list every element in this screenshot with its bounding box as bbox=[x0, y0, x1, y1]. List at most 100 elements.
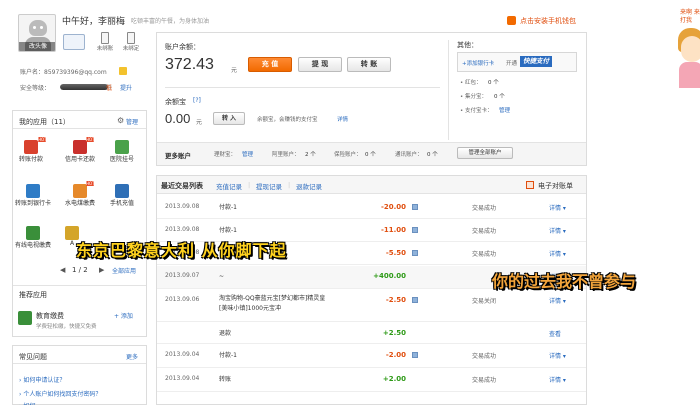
jifenbao-label: • 集分宝： bbox=[460, 94, 487, 100]
app-label: 转账付款 bbox=[18, 156, 43, 163]
overlay-caption-1: 东京巴黎意大利 从你脚下起 bbox=[76, 241, 287, 260]
cell-action[interactable]: 查看 bbox=[549, 329, 561, 338]
cell-desc: 付款-1 bbox=[219, 352, 237, 359]
cartoon-girl-image bbox=[676, 28, 700, 88]
upgrade-link[interactable]: 提升 bbox=[120, 83, 132, 92]
faq-more-link[interactable]: 更多 bbox=[126, 352, 138, 361]
detail-toggle-icon[interactable] bbox=[412, 227, 418, 233]
app-utilities[interactable]: 水电煤缴费 bbox=[62, 184, 98, 207]
faq-item[interactable]: › 如何申请认证？ bbox=[19, 375, 65, 384]
change-avatar-caption[interactable]: 改头像 bbox=[19, 42, 55, 51]
yuebao-desc: 余额宝，会赚钱的支付宝 bbox=[257, 117, 318, 123]
cell-date: 2013.09.06 bbox=[165, 296, 200, 303]
yuebao-unit: 元 bbox=[196, 119, 203, 126]
cell-status: 交易成功 bbox=[472, 251, 497, 258]
alipay-card-manage-link[interactable]: 管理 bbox=[499, 106, 510, 114]
apps-prev-arrow[interactable]: ◀ bbox=[60, 266, 65, 274]
tab-refund-records[interactable]: 退款记录 bbox=[296, 181, 322, 191]
cartoon-body bbox=[679, 62, 700, 88]
cell-action[interactable]: 详情 ▾ bbox=[549, 351, 566, 360]
e-statement-link[interactable]: 电子对账单 bbox=[538, 181, 573, 191]
cell-status: 交易成功 bbox=[472, 205, 497, 212]
app-credit-card[interactable]: 信用卡还款 bbox=[62, 140, 98, 163]
tab-withdraw-records[interactable]: 提现记录 bbox=[256, 181, 282, 191]
telecom-value: 0 个 bbox=[427, 152, 438, 158]
apps-next-arrow[interactable]: ▶ bbox=[99, 266, 104, 274]
insurance-value: 0 个 bbox=[365, 152, 376, 158]
quick-icon-idcard[interactable] bbox=[62, 34, 86, 56]
all-apps-link[interactable]: 全部应用 bbox=[112, 266, 136, 275]
transfer-button[interactable]: 转 账 bbox=[347, 57, 391, 72]
faq-item[interactable]: › 个人账户如何找回支付密码？ bbox=[19, 389, 101, 398]
app-bank-transfer[interactable]: 转账到银行卡 bbox=[13, 184, 53, 207]
cell-action[interactable]: 详情 ▾ bbox=[549, 296, 566, 305]
apps-manage-link[interactable]: 管理 bbox=[126, 117, 138, 126]
add-bank-card-link[interactable]: +添加银行卡 bbox=[462, 59, 494, 67]
graduation-cap-icon bbox=[18, 311, 32, 325]
cell-desc: ~ bbox=[219, 273, 225, 280]
cell-action[interactable]: 详情 ▾ bbox=[549, 226, 566, 235]
yuebao-detail-link[interactable]: 详情 bbox=[337, 115, 348, 123]
balance-title: 账户余额： bbox=[165, 43, 200, 51]
faq-item-text[interactable]: 如何申请认证？ bbox=[23, 377, 65, 384]
detail-toggle-icon[interactable] bbox=[412, 352, 418, 358]
install-phone-wallet-link[interactable]: 点击安装手机钱包 bbox=[520, 16, 576, 26]
quickpay-logo[interactable]: 快捷支付 bbox=[520, 56, 552, 67]
transactions-title: 最近交易列表 bbox=[161, 182, 203, 190]
gear-icon[interactable]: ⚙ bbox=[117, 116, 124, 125]
more-accounts-title: 更多账户 bbox=[165, 152, 191, 160]
recharge-button[interactable]: 充 值 bbox=[248, 57, 292, 72]
faq-item-text[interactable]: 个人账户如何找回支付密码？ bbox=[23, 391, 101, 398]
apps-pager: 1 / 2 bbox=[72, 266, 88, 274]
cell-status: 交易关闭 bbox=[472, 298, 497, 305]
vertical-divider bbox=[448, 40, 449, 140]
open-label: 开通 bbox=[506, 61, 518, 67]
manage-all-accounts-button[interactable]: 管理全部账户 bbox=[457, 147, 513, 159]
quick-phone-label: 未绑定 bbox=[122, 46, 140, 52]
credit-card-icon bbox=[73, 140, 87, 154]
detail-toggle-icon[interactable] bbox=[412, 297, 418, 303]
hongbao-value: 0 个 bbox=[488, 80, 499, 86]
cell-date: 2013.09.04 bbox=[165, 375, 200, 382]
tab-sep: | bbox=[248, 181, 251, 189]
cell-status: 交易成功 bbox=[472, 353, 497, 360]
cell-date: 2013.09.08 bbox=[165, 226, 200, 233]
app-hospital[interactable]: 医院挂号 bbox=[104, 140, 140, 163]
app-label: 转账到银行卡 bbox=[14, 200, 51, 207]
app-mobile-topup[interactable]: 手机充值 bbox=[104, 184, 140, 207]
recommend-add-link[interactable]: + 添加 bbox=[114, 311, 133, 320]
withdraw-button[interactable]: 提 现 bbox=[298, 57, 342, 72]
cell-action[interactable]: 详情 ▾ bbox=[549, 249, 566, 258]
hot-badge: HOT bbox=[38, 137, 47, 142]
recommend-item-desc: 学费轻松缴，快捷又免费 bbox=[36, 324, 97, 330]
app-label: 有线电视缴费 bbox=[14, 242, 51, 249]
recommend-item-title[interactable]: 教育缴费 bbox=[36, 311, 64, 321]
cell-action[interactable]: 详情 ▾ bbox=[549, 375, 566, 384]
cell-amount: +2.50 bbox=[382, 329, 406, 337]
detail-toggle-icon[interactable] bbox=[412, 204, 418, 210]
cell-desc: 退款 bbox=[219, 330, 232, 337]
app-transfer[interactable]: 转账付款 bbox=[13, 140, 49, 163]
transfer-in-button[interactable]: 转 入 bbox=[213, 112, 245, 125]
bank-transfer-icon bbox=[26, 184, 40, 198]
quick-icon-phone[interactable]: 未绑定 bbox=[116, 32, 146, 56]
app-label: 医院挂号 bbox=[109, 156, 134, 163]
avatar[interactable]: 改头像 bbox=[18, 14, 56, 52]
app-label: 水电煤缴费 bbox=[64, 200, 95, 207]
cell-desc: 付款-1 bbox=[219, 204, 237, 211]
hospital-icon bbox=[115, 140, 129, 154]
security-bar bbox=[60, 84, 112, 90]
faq-item[interactable]: › 如何 bbox=[19, 401, 35, 405]
yuebao-help[interactable]: [?] bbox=[193, 97, 201, 104]
tab-recharge-records[interactable]: 充值记录 bbox=[216, 181, 242, 191]
app-tv[interactable]: 有线电视缴费 bbox=[13, 226, 53, 249]
detail-toggle-icon[interactable] bbox=[412, 250, 418, 256]
yuebao-amount: 0.00 bbox=[165, 111, 191, 126]
cell-amount: +2.00 bbox=[382, 375, 406, 383]
cell-action[interactable]: 详情 ▾ bbox=[549, 203, 566, 212]
licaibao-manage-link[interactable]: 管理 bbox=[242, 150, 253, 158]
apps-header-divider bbox=[13, 128, 146, 129]
phone-wallet-icon[interactable] bbox=[507, 16, 516, 25]
app-label: 手机充值 bbox=[109, 200, 134, 207]
cell-amount: -2.00 bbox=[385, 351, 406, 359]
